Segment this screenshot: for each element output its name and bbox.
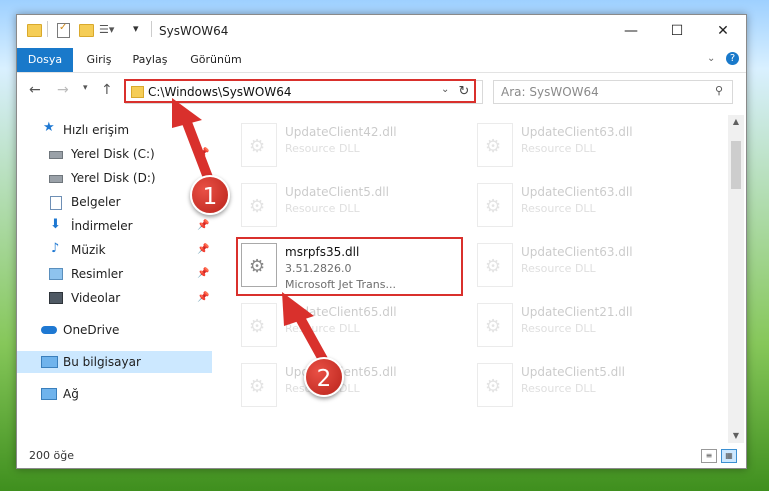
- callout-1: 1: [190, 175, 230, 215]
- arrow-head-2: [282, 292, 314, 326]
- annotation-arrows: [172, 98, 335, 377]
- callout-2: 2: [304, 357, 344, 397]
- arrow-head-1: [172, 98, 202, 128]
